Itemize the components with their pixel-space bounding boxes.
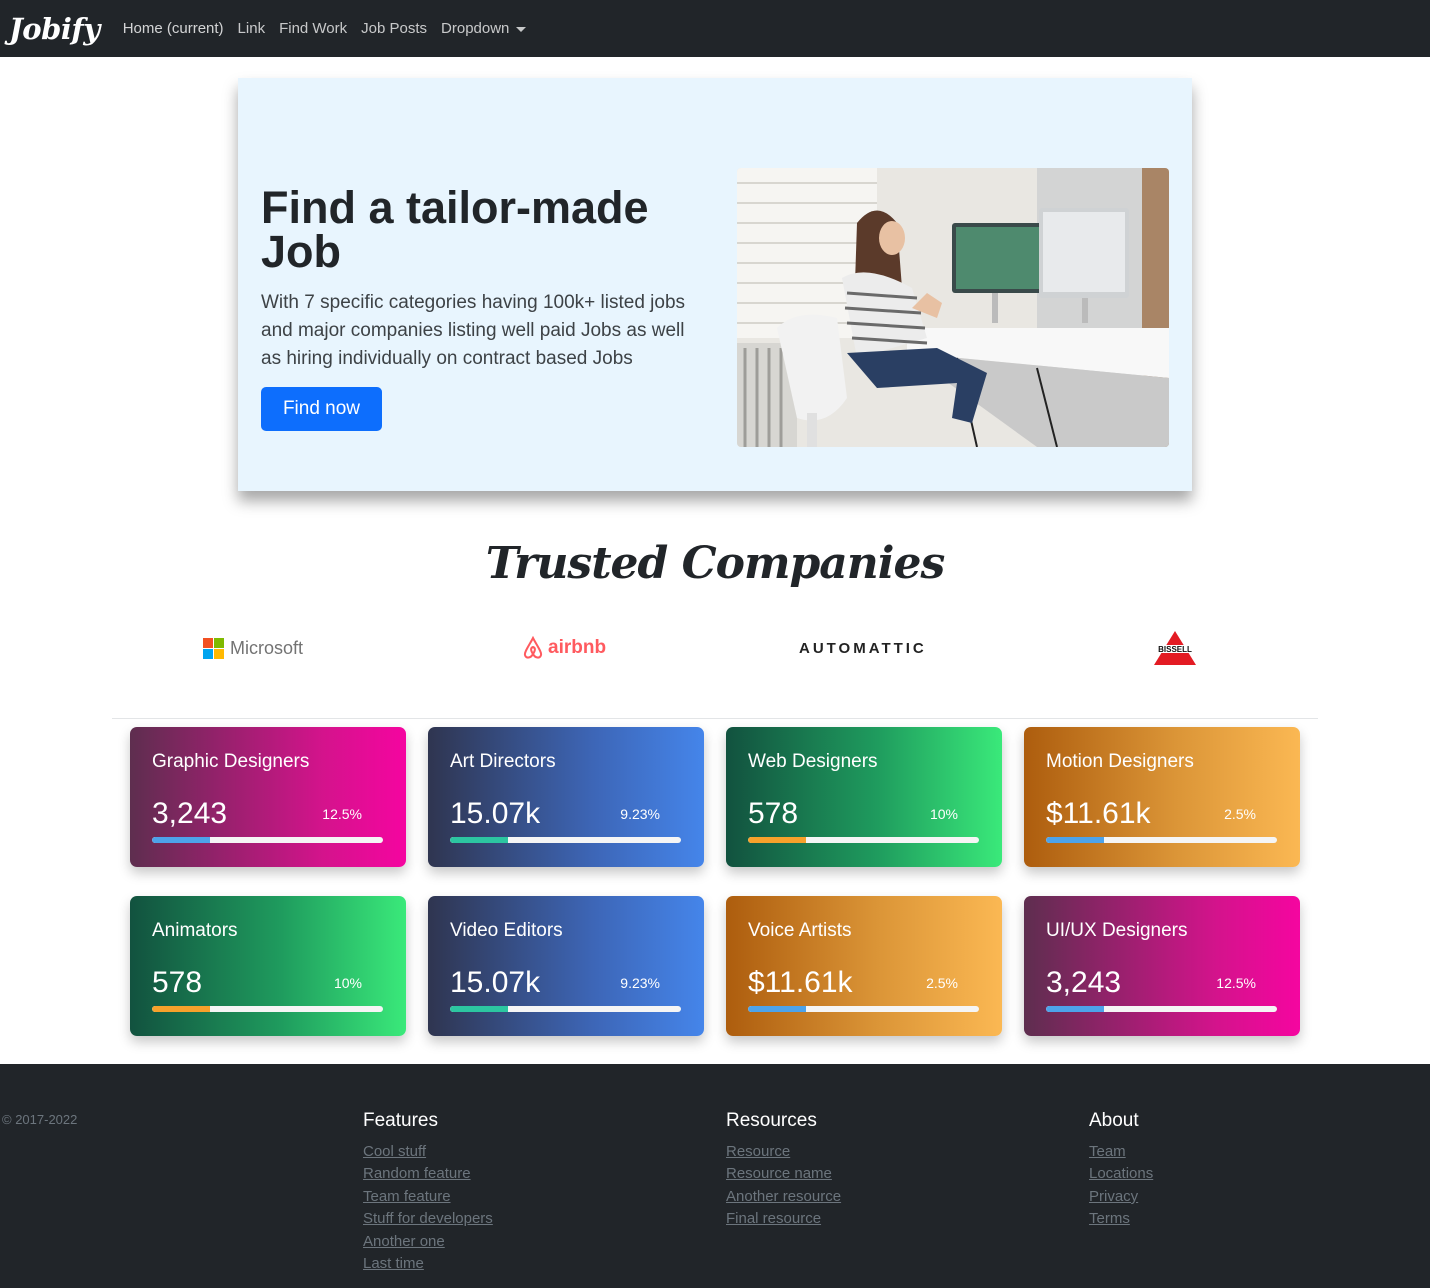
footer-link[interactable]: Random feature bbox=[363, 1163, 493, 1185]
nav-link-home[interactable]: Home (current) bbox=[116, 20, 231, 37]
footer-link[interactable]: Another resource bbox=[726, 1186, 841, 1208]
airbnb-logo-text: airbnb bbox=[548, 637, 607, 658]
card-progress-fill bbox=[152, 1006, 210, 1012]
trusted-companies-title: Trusted Companies bbox=[485, 538, 946, 589]
card-percentage: 9.23% bbox=[620, 975, 660, 991]
card-progress-bar bbox=[450, 837, 681, 843]
card-progress-bar bbox=[1046, 1006, 1277, 1012]
nav-link-link[interactable]: Link bbox=[231, 20, 273, 37]
stat-card[interactable]: Video Editors 15.07k 9.23% bbox=[428, 896, 704, 1036]
hero-image bbox=[737, 168, 1169, 447]
footer-link[interactable]: Stuff for developers bbox=[363, 1208, 493, 1230]
hero-card: Find a tailor-made Job With 7 specific c… bbox=[238, 78, 1192, 491]
card-progress-fill bbox=[1046, 1006, 1104, 1012]
stat-card[interactable]: Web Designers 578 10% bbox=[726, 727, 1002, 867]
card-progress-fill bbox=[748, 837, 806, 843]
footer-column-resources: Resources Resource Resource name Another… bbox=[726, 1110, 841, 1231]
footer-link[interactable]: Team feature bbox=[363, 1186, 493, 1208]
hero-title: Find a tailor-made Job bbox=[261, 182, 649, 277]
woman-at-desk-illustration bbox=[737, 168, 1169, 447]
section-divider bbox=[112, 718, 1318, 719]
footer-link[interactable]: Locations bbox=[1089, 1163, 1153, 1185]
footer-link[interactable]: Resource name bbox=[726, 1163, 841, 1185]
card-title: Motion Designers bbox=[1046, 751, 1194, 772]
footer-link[interactable]: Another one bbox=[363, 1231, 493, 1253]
stat-card[interactable]: UI/UX Designers 3,243 12.5% bbox=[1024, 896, 1300, 1036]
card-percentage: 10% bbox=[333, 975, 362, 991]
footer-link[interactable]: Privacy bbox=[1089, 1186, 1153, 1208]
automattic-logo: AUTOMATTIC bbox=[799, 630, 927, 666]
card-title: Graphic Designers bbox=[152, 751, 310, 772]
airbnb-belo-icon bbox=[523, 636, 543, 659]
copyright-text: © 2017-2022 bbox=[2, 1112, 78, 1127]
card-percentage: 9.23% bbox=[620, 806, 660, 822]
card-percentage: 2.5% bbox=[926, 975, 958, 991]
footer-link[interactable]: Terms bbox=[1089, 1208, 1153, 1230]
card-progress-bar bbox=[152, 1006, 383, 1012]
bissell-logo: BISSELL bbox=[1148, 630, 1202, 666]
automattic-logo-text: AUTOMATTIC bbox=[799, 639, 927, 657]
footer-link[interactable]: Final resource bbox=[726, 1208, 841, 1230]
card-progress-bar bbox=[450, 1006, 681, 1012]
card-title: Voice Artists bbox=[748, 920, 852, 941]
footer-link[interactable]: Last time bbox=[363, 1253, 493, 1275]
card-progress-bar bbox=[748, 837, 979, 843]
footer-column-features: Features Cool stuff Random feature Team … bbox=[363, 1110, 493, 1275]
card-percentage: 10% bbox=[929, 806, 958, 822]
stat-card[interactable]: Animators 578 10% bbox=[130, 896, 406, 1036]
card-title: Web Designers bbox=[748, 751, 878, 772]
airbnb-logo: airbnb bbox=[522, 630, 606, 666]
card-value: $11.61k bbox=[1046, 797, 1151, 830]
stat-card[interactable]: Art Directors 15.07k 9.23% bbox=[428, 727, 704, 867]
stat-card[interactable]: Voice Artists $11.61k 2.5% bbox=[726, 896, 1002, 1036]
card-title: Art Directors bbox=[450, 751, 556, 772]
hero-description: With 7 specific categories having 100k+ … bbox=[261, 292, 686, 369]
footer: © 2017-2022 Features Cool stuff Random f… bbox=[0, 1064, 1430, 1288]
card-percentage: 12.5% bbox=[322, 806, 362, 822]
card-percentage: 12.5% bbox=[1216, 975, 1256, 991]
card-title: Animators bbox=[152, 920, 238, 941]
brand-logo[interactable]: Jobify bbox=[9, 12, 100, 46]
footer-link[interactable]: Team bbox=[1089, 1141, 1153, 1163]
card-value: 15.07k bbox=[450, 797, 541, 830]
nav-link-find-work[interactable]: Find Work bbox=[272, 20, 354, 37]
card-value: 15.07k bbox=[450, 966, 541, 999]
card-progress-bar bbox=[748, 1006, 979, 1012]
microsoft-logo-text: Microsoft bbox=[230, 637, 304, 658]
bissell-logo-text: BISSELL bbox=[1158, 645, 1192, 654]
top-navbar: Jobify Home (current) Link Find Work Job… bbox=[0, 0, 1430, 57]
card-title: Video Editors bbox=[450, 920, 563, 941]
footer-heading: Features bbox=[363, 1110, 438, 1131]
footer-column-about: About Team Locations Privacy Terms bbox=[1089, 1110, 1153, 1231]
stat-card[interactable]: Graphic Designers 3,243 12.5% bbox=[130, 727, 406, 867]
microsoft-squares-icon bbox=[203, 637, 224, 659]
card-value: 3,243 bbox=[152, 797, 228, 830]
stat-card[interactable]: Motion Designers $11.61k 2.5% bbox=[1024, 727, 1300, 867]
caret-down-icon bbox=[516, 26, 527, 32]
nav-links: Home (current) Link Find Work Job Posts … bbox=[116, 20, 534, 37]
microsoft-logo: Microsoft bbox=[203, 630, 303, 666]
bissell-triangle-logo: BISSELL bbox=[1150, 631, 1200, 665]
card-progress-bar bbox=[152, 837, 383, 843]
footer-link[interactable]: Resource bbox=[726, 1141, 841, 1163]
card-progress-fill bbox=[1046, 837, 1104, 843]
card-value: 578 bbox=[748, 797, 799, 830]
footer-heading: Resources bbox=[726, 1110, 817, 1131]
card-progress-fill bbox=[748, 1006, 806, 1012]
card-value: 3,243 bbox=[1046, 966, 1122, 999]
footer-link[interactable]: Cool stuff bbox=[363, 1141, 493, 1163]
card-progress-bar bbox=[1046, 837, 1277, 843]
card-percentage: 2.5% bbox=[1224, 806, 1256, 822]
card-progress-fill bbox=[450, 837, 508, 843]
nav-link-job-posts[interactable]: Job Posts bbox=[354, 20, 434, 37]
card-progress-fill bbox=[152, 837, 210, 843]
card-value: 578 bbox=[152, 966, 203, 999]
card-title: UI/UX Designers bbox=[1046, 920, 1188, 941]
footer-heading: About bbox=[1089, 1110, 1139, 1131]
card-progress-fill bbox=[450, 1006, 508, 1012]
nav-dropdown-label: Dropdown bbox=[441, 20, 510, 37]
nav-dropdown[interactable]: Dropdown bbox=[434, 20, 533, 37]
find-now-button[interactable]: Find now bbox=[261, 387, 382, 431]
card-value: $11.61k bbox=[748, 966, 853, 999]
